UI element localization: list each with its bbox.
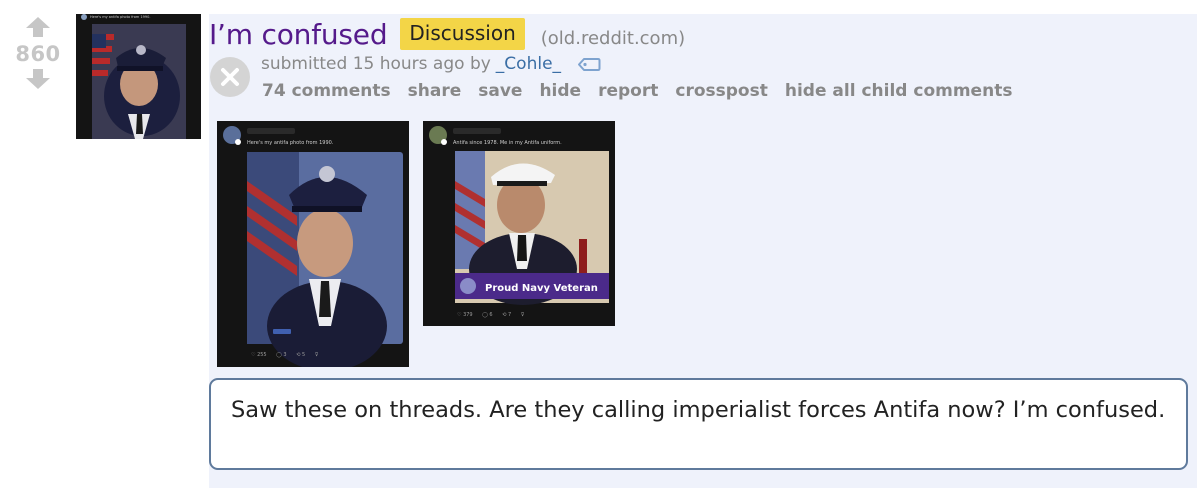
post-title[interactable]: I’m confused xyxy=(209,18,388,51)
flair-badge: Discussion xyxy=(400,18,525,50)
screenshot-1-caption: Here's my antifa photo from 1990. xyxy=(247,140,334,146)
downvote-arrow-icon[interactable] xyxy=(25,68,51,90)
score: 860 xyxy=(15,42,61,66)
upvote-arrow-icon[interactable] xyxy=(25,16,51,38)
screenshot-1-likes: ♡ 255 xyxy=(251,352,267,358)
thumbnail-caption: Here's my antifa photo from 1990. xyxy=(90,15,150,19)
screenshot-1-reposts: ⟲ 5 xyxy=(296,352,305,358)
embedded-screenshot-1[interactable]: Here's my antifa photo from 1990. ♡ 255 … xyxy=(217,121,409,367)
screenshot-1-replies: ◯ 3 xyxy=(276,352,286,358)
vote-column: 860 xyxy=(8,16,68,90)
post-selftext: Saw these on threads. Are they calling i… xyxy=(209,378,1188,470)
author-link[interactable]: _Cohle_ xyxy=(496,54,561,74)
remove-x-icon[interactable] xyxy=(210,57,250,97)
thumbnail-image: Here's my antifa photo from 1990. xyxy=(76,14,201,139)
post-domain[interactable]: (old.reddit.com) xyxy=(541,28,685,49)
share-button[interactable]: share xyxy=(408,81,462,101)
post-thumbnail[interactable]: Here's my antifa photo from 1990. xyxy=(76,14,201,139)
report-button[interactable]: report xyxy=(598,81,658,101)
comments-button[interactable]: 74 comments xyxy=(262,81,391,101)
crosspost-button[interactable]: crosspost xyxy=(675,81,767,101)
tagline: submitted 15 hours ago by _Cohle_ xyxy=(261,52,601,76)
submitted-text: submitted 15 hours ago by xyxy=(261,54,491,74)
selftext-paragraph: Saw these on threads. Are they calling i… xyxy=(231,397,1166,423)
screenshot-2-share: ⊽ xyxy=(521,312,525,318)
hide-child-comments-button[interactable]: hide all child comments xyxy=(785,81,1013,101)
tag-icon[interactable] xyxy=(577,57,601,72)
screenshot-2-reposts: ⟲ 7 xyxy=(502,312,511,318)
screenshot-2-banner: Proud Navy Veteran xyxy=(485,283,598,294)
screenshot-2-caption: Antifa since 1978. Me in my Antifa unifo… xyxy=(453,140,562,146)
screenshot-1-share: ⊽ xyxy=(315,352,319,358)
title-row: I’m confused Discussion (old.reddit.com) xyxy=(209,14,685,54)
screenshot-2-likes: ♡ 379 xyxy=(457,312,473,318)
hide-button[interactable]: hide xyxy=(539,81,581,101)
save-button[interactable]: save xyxy=(478,81,522,101)
post-buttons: 74 comments share save hide report cross… xyxy=(262,79,1029,103)
screenshot-2-replies: ◯ 6 xyxy=(482,312,492,318)
embedded-screenshot-2[interactable]: Antifa since 1978. Me in my Antifa unifo… xyxy=(423,121,615,326)
